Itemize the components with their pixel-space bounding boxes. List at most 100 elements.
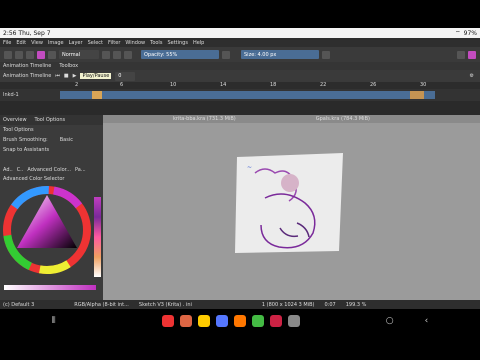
- ruler-tick: 22: [320, 82, 327, 88]
- workspace-icon[interactable]: [468, 50, 476, 59]
- reload-icon[interactable]: [124, 50, 132, 59]
- tab-ad[interactable]: Ad..: [3, 167, 13, 173]
- chrome-icon[interactable]: [251, 314, 264, 327]
- tab-pa[interactable]: Pa...: [75, 167, 86, 173]
- menu-edit[interactable]: Edit: [16, 40, 26, 46]
- stop-icon[interactable]: ■: [64, 73, 69, 79]
- frame-field[interactable]: 0: [115, 71, 136, 81]
- recents-icon[interactable]: ⦀: [52, 316, 56, 326]
- ruler-tick: 10: [170, 82, 177, 88]
- timeline-track[interactable]: Inkd-1: [0, 89, 480, 101]
- layer-name[interactable]: Inkd-1: [3, 92, 19, 98]
- pattern-icon[interactable]: [48, 50, 56, 59]
- clock: 2:56: [3, 29, 17, 37]
- ruler-tick: 30: [420, 82, 427, 88]
- open-icon[interactable]: [15, 50, 23, 59]
- second-timeline-title: Animation Timeline: [3, 73, 52, 79]
- main-toolbar: Normal Opacity: 55% Size: 4.00 px: [0, 47, 480, 62]
- tool-options-title: Tool Options: [3, 127, 34, 133]
- mirror-icon[interactable]: [322, 50, 330, 59]
- tab-advanced-color[interactable]: Advanced Color...: [27, 167, 71, 173]
- menu-select[interactable]: Select: [88, 40, 103, 46]
- menu-bar: File Edit View Image Layer Select Filter…: [0, 38, 480, 47]
- svg-text:~: ~: [247, 164, 252, 171]
- brush-smoothing-row: Brush Smoothing: Basic: [0, 135, 103, 145]
- blend-mode-select[interactable]: Normal: [59, 50, 99, 59]
- home-icon[interactable]: ○: [386, 316, 394, 326]
- alpha-lock-icon[interactable]: [113, 50, 121, 59]
- brush-status: (c) Default 3: [3, 301, 35, 308]
- opacity-slider[interactable]: Opacity: 55%: [141, 50, 219, 59]
- menu-help[interactable]: Help: [193, 40, 204, 46]
- new-doc-icon[interactable]: [4, 50, 12, 59]
- app-icon[interactable]: [161, 314, 174, 327]
- system-status-bar: 2:56 Thu, Sep 7 ⌔ 97%: [0, 28, 480, 38]
- timeline-empty: [0, 101, 480, 115]
- back-icon[interactable]: ‹: [425, 316, 429, 326]
- app-icon[interactable]: [269, 314, 282, 327]
- menu-window[interactable]: Window: [125, 40, 145, 46]
- app-icon[interactable]: [287, 314, 300, 327]
- drawing-canvas[interactable]: ~: [235, 153, 345, 253]
- color-space: RGB/Alpha (8-bit int...: [74, 301, 129, 308]
- skip-start-icon[interactable]: ⏮: [55, 73, 60, 79]
- ruler-tick: 2: [75, 82, 79, 88]
- docker-tabs: Overview Tool Options: [0, 115, 103, 125]
- left-docker: Overview Tool Options Tool Options Brush…: [0, 115, 103, 300]
- status-bar: (c) Default 3 RGB/Alpha (8-bit int... Sk…: [0, 300, 480, 309]
- ruler-tick: 6: [120, 82, 124, 88]
- profile-status: Sketch V3 (Krita) . ini: [138, 301, 192, 308]
- color-wheel[interactable]: [2, 185, 102, 285]
- keyframe-highlight[interactable]: [410, 91, 424, 99]
- ruler-tick: 26: [370, 82, 377, 88]
- battery-level: 97%: [463, 29, 477, 37]
- snap-checkbox[interactable]: Snap to Assistants: [0, 145, 103, 155]
- menu-settings[interactable]: Settings: [167, 40, 188, 46]
- size-slider[interactable]: Size: 4.00 px: [241, 50, 319, 59]
- tab-tool-options[interactable]: Tool Options: [35, 117, 66, 123]
- color-selector-title: Advanced Color Selector: [3, 176, 65, 182]
- palette-strip[interactable]: [94, 197, 101, 277]
- doc-size: 1 (800 x 1024 3 MiB): [261, 301, 315, 308]
- app-icon[interactable]: [179, 314, 192, 327]
- date: Thu, Sep 7: [18, 29, 51, 37]
- brush-smoothing-label: Brush Smoothing:: [3, 137, 48, 143]
- brush-preset-icon[interactable]: [37, 50, 45, 59]
- doc-tab-right[interactable]: Gpals.kra (784.3 MiB): [316, 116, 370, 122]
- toolbox-title[interactable]: Toolbox: [59, 63, 78, 69]
- menu-view[interactable]: View: [31, 40, 43, 46]
- current-frame-marker[interactable]: [92, 91, 102, 99]
- animation-panel-titles: Animation Timeline Toolbox: [0, 62, 480, 70]
- discord-icon[interactable]: [215, 314, 228, 327]
- document-tabs: krita-bba.kra (731.3 MiB) Gpals.kra (784…: [103, 115, 480, 123]
- color-tabs: Ad.. C.. Advanced Color... Pa...: [0, 155, 103, 175]
- ruler-tick: 18: [270, 82, 277, 88]
- eraser-icon[interactable]: [102, 50, 110, 59]
- tab-c[interactable]: C..: [17, 167, 24, 173]
- status-icons: ⌔ 97%: [455, 29, 477, 38]
- menu-image[interactable]: Image: [48, 40, 64, 46]
- animation-timeline-title[interactable]: Animation Timeline: [3, 63, 51, 69]
- menu-file[interactable]: File: [3, 40, 11, 46]
- canvas-area[interactable]: krita-bba.kra (731.3 MiB) Gpals.kra (784…: [103, 115, 480, 300]
- frame-ruler: 2 6 10 14 18 22 26 30: [0, 82, 480, 89]
- brush-smoothing-value[interactable]: Basic: [60, 137, 73, 143]
- app-icon[interactable]: [197, 314, 210, 327]
- play-icon[interactable]: ▶: [73, 73, 77, 79]
- wrap-icon[interactable]: [457, 50, 465, 59]
- firefox-icon[interactable]: [233, 314, 246, 327]
- lock-icon[interactable]: [222, 50, 230, 59]
- wifi-icon: ⌔: [455, 30, 461, 37]
- menu-filter[interactable]: Filter: [108, 40, 120, 46]
- menu-layer[interactable]: Layer: [69, 40, 83, 46]
- tab-overview[interactable]: Overview: [3, 117, 27, 123]
- menu-tools[interactable]: Tools: [150, 40, 162, 46]
- doc-tab-left[interactable]: krita-bba.kra (731.3 MiB): [173, 116, 236, 122]
- ruler-tick: 14: [220, 82, 227, 88]
- save-icon[interactable]: [26, 50, 34, 59]
- zoom-level[interactable]: 199.3 %: [346, 302, 367, 308]
- frame-strip[interactable]: [60, 91, 435, 99]
- gear-icon[interactable]: ⚙: [470, 73, 474, 79]
- elapsed-time: 0:07: [324, 301, 336, 308]
- color-slider[interactable]: [4, 285, 96, 290]
